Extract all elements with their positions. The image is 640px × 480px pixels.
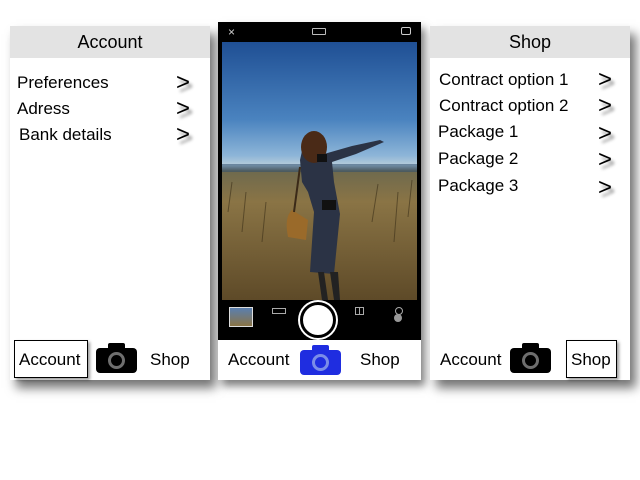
menu-item-label: Package 2 bbox=[438, 149, 519, 168]
close-icon[interactable]: × bbox=[228, 25, 235, 39]
format-icon[interactable] bbox=[272, 308, 286, 314]
chevron-right-icon: > bbox=[175, 69, 190, 96]
tab-bar: Account Shop bbox=[218, 340, 421, 380]
menu-item-label: Contract option 1 bbox=[439, 70, 569, 89]
camera-flip-icon[interactable] bbox=[401, 27, 411, 35]
menu-item-label: Contract option 2 bbox=[439, 96, 569, 115]
menu-item-package-1[interactable]: Package 1 > bbox=[430, 119, 630, 147]
menu-item-label: Adress bbox=[17, 99, 70, 118]
menu-item-label: Bank details bbox=[19, 125, 112, 144]
chevron-right-icon: > bbox=[597, 174, 612, 201]
menu-item-label: Preferences bbox=[17, 73, 109, 92]
menu-item-contract-option-2[interactable]: Contract option 2 > bbox=[430, 93, 630, 119]
last-photo-thumbnail[interactable] bbox=[229, 307, 253, 327]
menu-item-bank-details[interactable]: Bank details > bbox=[10, 122, 210, 148]
shop-screen: Shop Contract option 1 > Contract option… bbox=[430, 26, 630, 380]
camera-icon[interactable] bbox=[96, 343, 137, 373]
menu-item-label: Package 3 bbox=[438, 176, 519, 195]
camera-viewfinder[interactable] bbox=[222, 42, 417, 300]
tab-shop-selected[interactable]: Shop bbox=[566, 340, 617, 378]
chevron-right-icon: > bbox=[597, 120, 612, 147]
tab-bar: Account Shop bbox=[10, 340, 210, 380]
tab-shop-label: Shop bbox=[571, 350, 611, 369]
tab-account[interactable]: Account bbox=[440, 350, 501, 370]
tab-bar: Account Shop bbox=[430, 340, 630, 380]
menu-item-label: Package 1 bbox=[438, 122, 519, 141]
chevron-right-icon: > bbox=[175, 95, 190, 122]
menu-item-adress[interactable]: Adress > bbox=[10, 96, 210, 122]
tab-account-label: Account bbox=[19, 350, 81, 369]
shutter-button[interactable] bbox=[300, 302, 336, 338]
viewfinder-image bbox=[222, 131, 417, 300]
account-header: Account bbox=[10, 26, 210, 58]
page-title: Shop bbox=[508, 31, 552, 52]
tab-shop[interactable]: Shop bbox=[360, 350, 400, 370]
flash-mode-icon[interactable] bbox=[312, 28, 326, 35]
chevron-right-icon: > bbox=[597, 92, 612, 119]
menu-item-package-2[interactable]: Package 2 > bbox=[430, 145, 630, 173]
tab-shop[interactable]: Shop bbox=[150, 350, 190, 370]
menu-item-contract-option-1[interactable]: Contract option 1 > bbox=[430, 67, 630, 93]
shop-header: Shop bbox=[430, 26, 630, 58]
page-title: Account bbox=[77, 31, 143, 52]
chevron-right-icon: > bbox=[597, 146, 612, 173]
tab-account-selected[interactable]: Account bbox=[14, 340, 88, 378]
chevron-right-icon: > bbox=[175, 121, 190, 148]
menu-item-package-3[interactable]: Package 3 > bbox=[430, 173, 630, 201]
account-screen: Account Preferences > Adress > Bank deta… bbox=[10, 26, 210, 380]
grid-icon[interactable] bbox=[355, 307, 364, 315]
shop-menu: Contract option 1 > Contract option 2 > … bbox=[430, 67, 630, 201]
chevron-right-icon: > bbox=[597, 66, 612, 93]
tab-account[interactable]: Account bbox=[228, 350, 289, 370]
account-menu: Preferences > Adress > Bank details > bbox=[10, 70, 210, 148]
camera-icon[interactable] bbox=[300, 345, 341, 375]
settings-dot-icon[interactable] bbox=[394, 314, 402, 322]
camera-top-bar: × bbox=[218, 22, 421, 42]
camera-icon[interactable] bbox=[510, 343, 551, 373]
camera-screen: × Account Shop bbox=[218, 22, 421, 380]
menu-item-preferences[interactable]: Preferences > bbox=[10, 70, 210, 96]
